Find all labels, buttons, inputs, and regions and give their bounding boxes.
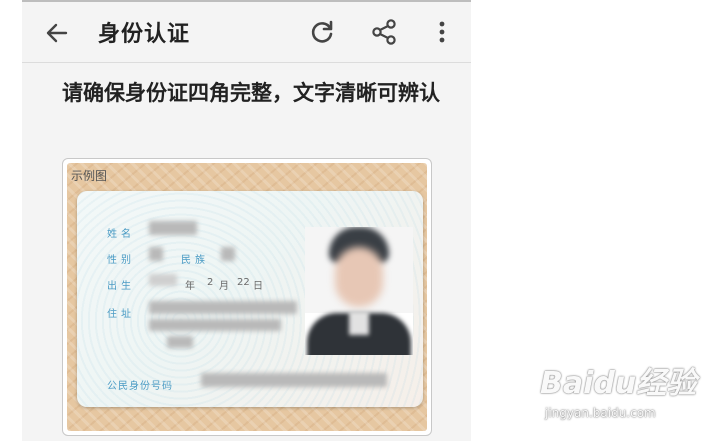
wood-background: 姓名 性别 民族 出生 年 2 月 22 日 住址 公民身份号码 [67,163,427,431]
address-line2-blurred [149,319,281,331]
gender-label: 性别 [107,255,135,266]
ethnicity-label: 民族 [181,255,209,266]
birth-year-blurred [149,274,177,286]
watermark-url: jingyan.baidu.com [545,406,656,420]
arrow-left-icon[interactable] [44,20,70,46]
photo-collar [349,311,369,335]
birth-day: 22 [237,277,250,288]
gender-value-blurred [149,247,163,261]
id-card-sample: 姓名 性别 民族 出生 年 2 月 22 日 住址 公民身份号码 [77,191,423,407]
baidu-jingyan-watermark-logo: Baidu经验 [540,366,697,401]
app-bar: 身份认证 [22,2,471,63]
sample-label: 示例图 [71,169,108,183]
birth-label: 出生 [107,281,135,292]
share-icon[interactable] [370,18,398,46]
birth-year-suffix: 年 [185,281,195,292]
name-value-blurred [149,221,197,235]
portrait-photo [305,227,413,355]
refresh-icon[interactable] [308,18,336,46]
id-number-label: 公民身份号码 [107,381,173,392]
birth-day-suffix: 日 [253,281,263,292]
birth-month: 2 [207,277,214,288]
address-label: 住址 [107,309,135,320]
birth-month-suffix: 月 [219,281,229,292]
page-title: 身份认证 [98,22,191,47]
instruction-text: 请确保身份证四角完整，文字清晰可辨认 [62,81,440,105]
app-screen: 身份认证 请确保身份证四角完整，文字清晰可辨认 示例图 姓名 性别 民族 出生 … [22,0,471,441]
more-vertical-icon[interactable] [432,18,452,46]
address-line1-blurred [149,301,297,314]
name-label: 姓名 [107,229,135,240]
photo-face-blurred [335,247,383,307]
ethnicity-value-blurred [221,247,235,261]
address-line3-blurred [167,336,193,348]
left-margin [0,0,22,439]
sample-image-card: 示例图 姓名 性别 民族 出生 年 2 月 22 日 住址 公民身份号码 [62,158,432,436]
id-number-blurred [201,373,387,387]
